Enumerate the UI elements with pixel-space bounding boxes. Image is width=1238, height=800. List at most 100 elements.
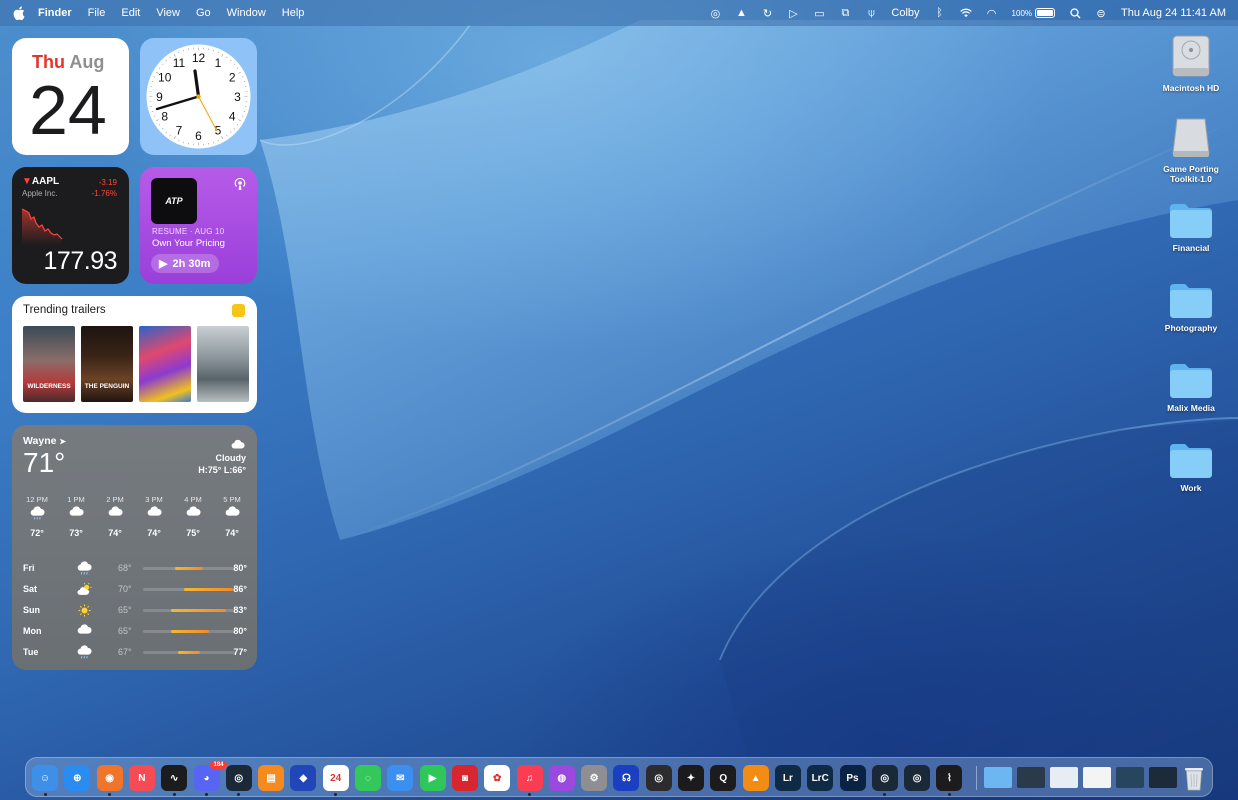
calendar-icon[interactable]: 24 xyxy=(322,765,349,791)
box-icon[interactable]: ◆ xyxy=(290,765,317,791)
display-icon[interactable]: ▭ xyxy=(813,7,825,20)
menu-help[interactable]: Help xyxy=(282,7,305,19)
dock-glyph: ◌ xyxy=(365,772,371,784)
desktop-folder[interactable]: Work xyxy=(1151,440,1231,493)
weather-location: Wayne ➤ xyxy=(23,435,66,447)
minimized-window-1[interactable] xyxy=(1017,767,1045,788)
podcast-play-button[interactable]: ▶ 2h 30m xyxy=(151,254,219,273)
photo-booth-icon[interactable]: ◙ xyxy=(451,765,478,791)
wifi-icon[interactable] xyxy=(959,7,972,19)
menu-go[interactable]: Go xyxy=(196,7,211,19)
steam-icon[interactable]: ◎ xyxy=(871,765,898,791)
vlc-status-icon[interactable]: ▲ xyxy=(735,7,747,19)
photoshop-icon[interactable]: Ps xyxy=(839,765,866,791)
music-icon[interactable]: ♫ xyxy=(516,765,543,791)
battery-indicator[interactable]: 100% xyxy=(1012,8,1056,18)
books-icon[interactable]: ▤ xyxy=(258,765,285,791)
dock-glyph: ☺ xyxy=(39,772,51,784)
folder-icon xyxy=(1170,364,1212,398)
trailer-poster[interactable]: THE PENGUIN xyxy=(81,326,133,402)
control-center-icon[interactable]: ⊜ xyxy=(1095,7,1107,20)
trailer-poster[interactable] xyxy=(139,326,191,402)
daily-day: Fri xyxy=(23,563,35,573)
menu-view[interactable]: View xyxy=(156,7,180,19)
dock-glyph: Ps xyxy=(846,772,859,784)
podcast-artwork[interactable]: ATP xyxy=(151,178,197,224)
stocks-icon[interactable]: ∿ xyxy=(161,765,188,791)
dock-separator xyxy=(976,766,977,790)
trailer-poster[interactable] xyxy=(197,326,249,402)
facetime-icon[interactable]: ▶ xyxy=(419,765,446,791)
podcast-remaining: 2h 30m xyxy=(172,257,211,270)
discord-icon[interactable]: ◕ 184 xyxy=(193,761,227,791)
stocks-widget[interactable]: ▼AAPL Apple Inc. -3.19 -1.76% 177.93 xyxy=(12,167,129,284)
finder-icon[interactable]: ☺ xyxy=(32,765,58,791)
stock-symbol: ▼AAPL xyxy=(22,176,59,187)
daily-range-bar xyxy=(175,567,203,570)
folder-icon xyxy=(1170,204,1212,238)
desktop-drive[interactable]: Macintosh HD xyxy=(1151,32,1231,93)
vlc-icon[interactable]: ▲ xyxy=(742,765,769,791)
menu-edit[interactable]: Edit xyxy=(121,7,140,19)
headphones-icon[interactable]: ☊ xyxy=(613,765,640,791)
steam-status-icon[interactable]: ◎ xyxy=(709,7,721,20)
trash-icon[interactable] xyxy=(1181,765,1207,791)
menu-window[interactable]: Window xyxy=(227,7,266,19)
daily-icon-slot xyxy=(77,603,92,623)
firefox-icon[interactable]: ◉ xyxy=(96,765,123,791)
menu-file[interactable]: File xyxy=(88,7,106,19)
lightroom-icon[interactable]: Lr xyxy=(774,765,801,791)
daily-high: 77° xyxy=(233,647,247,657)
running-indicator xyxy=(528,793,531,796)
antenna-icon[interactable]: ⍦ xyxy=(865,7,877,19)
photos-icon[interactable]: ✿ xyxy=(484,765,511,791)
menu-clock[interactable]: Thu Aug 24 11:41 AM xyxy=(1121,7,1226,19)
clock-widget[interactable]: 12 1 2 3 4 5 6 7 8 9 10 11 xyxy=(140,38,257,155)
lightroom-classic-icon[interactable]: LrC xyxy=(807,765,834,791)
minimized-window-4[interactable] xyxy=(1116,767,1144,788)
trending-trailers-widget[interactable]: Trending trailers WILDERNESS THE PENGUIN xyxy=(12,296,257,413)
minimized-window-5[interactable] xyxy=(1149,767,1177,788)
desktop-icon-label: Game Porting Toolkit-1.0 xyxy=(1163,164,1219,184)
daily-low: 65° xyxy=(118,626,132,636)
podcasts-icon[interactable]: ◍ xyxy=(548,765,575,791)
dock-glyph: ◎ xyxy=(654,772,664,784)
activity-monitor-icon[interactable]: ⌇ xyxy=(936,765,963,791)
spotlight-search-icon[interactable] xyxy=(1069,7,1081,19)
desktop-folder[interactable]: Photography xyxy=(1151,280,1231,333)
desktop-drive[interactable]: Game Porting Toolkit-1.0 xyxy=(1151,113,1231,184)
minimized-window-3[interactable] xyxy=(1083,767,1111,788)
calendar-widget[interactable]: Thu Aug 24 xyxy=(12,38,129,155)
weather-widget[interactable]: Wayne ➤ 71° Cloudy H:75° L:66° 12 PM 72° 1… xyxy=(12,425,257,670)
daily-forecast: Fri 68° 80° Sat 70° 86° Sun 65° 83° Mon 65° 80° Tue 6… xyxy=(23,560,247,665)
safari-icon[interactable]: ⊕ xyxy=(64,765,91,791)
quicktime-icon[interactable]: Q xyxy=(710,765,737,791)
play-status-icon[interactable]: ▷ xyxy=(787,7,799,20)
dock-glyph: ◎ xyxy=(880,772,890,784)
user-name[interactable]: Colby xyxy=(891,7,919,19)
mail-icon[interactable]: ✉ xyxy=(387,765,414,791)
disk-utility-icon[interactable]: ◎ xyxy=(645,765,672,791)
minimized-window-2[interactable] xyxy=(1050,767,1078,788)
hourly-temp: 74° xyxy=(108,528,122,538)
final-cut-icon[interactable]: ✦ xyxy=(678,765,704,791)
trailer-poster[interactable]: WILDERNESS xyxy=(23,326,75,402)
poster-title: THE PENGUIN xyxy=(84,383,130,390)
screens-icon[interactable]: ⧉ xyxy=(839,7,851,19)
news-icon[interactable]: N xyxy=(128,765,155,791)
steam-icon[interactable]: ◎ xyxy=(225,765,252,791)
desktop-folder[interactable]: Malix Media xyxy=(1151,360,1231,413)
downloads-stack-icon[interactable] xyxy=(984,767,1012,788)
hourly-temp: 74° xyxy=(147,528,161,538)
system-settings-icon[interactable]: ⚙ xyxy=(581,765,608,791)
apple-menu-icon[interactable] xyxy=(13,6,27,20)
hourly-temp: 75° xyxy=(186,528,200,538)
airdrop-icon[interactable]: ◠ xyxy=(986,7,998,20)
steam-icon[interactable]: ◎ xyxy=(904,765,931,791)
menu-app-name[interactable]: Finder xyxy=(38,7,72,19)
bluetooth-icon[interactable]: ᛒ xyxy=(934,7,946,19)
messages-icon[interactable]: ◌ xyxy=(355,765,381,791)
sync-status-icon[interactable]: ↻ xyxy=(761,7,773,20)
podcasts-widget[interactable]: ATP RESUME · AUG 10 Own Your Pricing ▶ 2… xyxy=(140,167,257,284)
desktop-folder[interactable]: Financial xyxy=(1151,200,1231,253)
